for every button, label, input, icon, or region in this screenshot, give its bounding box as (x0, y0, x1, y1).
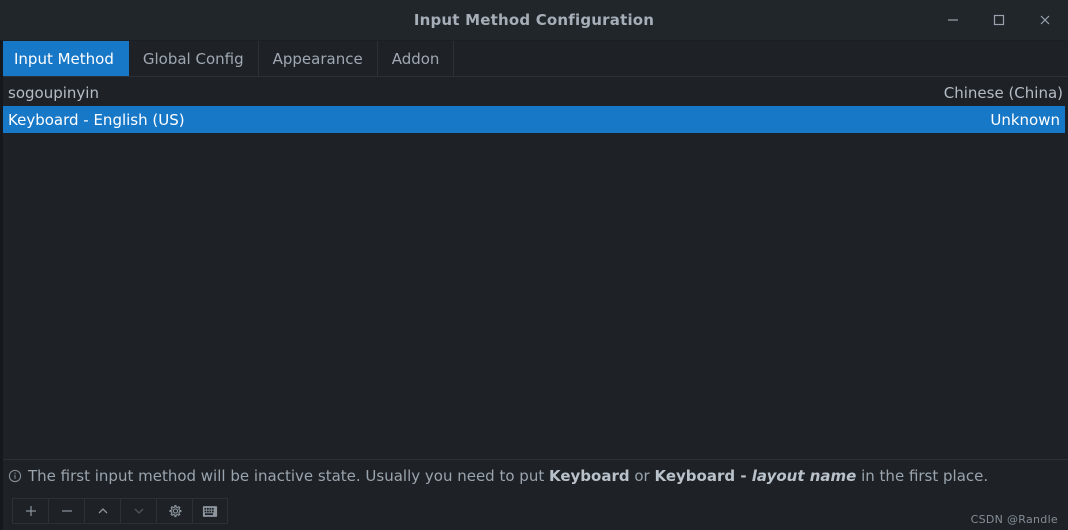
minus-icon (60, 504, 74, 518)
input-method-language: Unknown (990, 110, 1060, 129)
tab-input-method[interactable]: Input Method (0, 41, 129, 76)
minimize-icon[interactable] (930, 0, 976, 40)
gear-icon (167, 503, 183, 519)
input-method-configuration-window: Input Method Configuration Input Method … (0, 0, 1068, 530)
info-part-1: The first input method will be inactive … (28, 467, 549, 485)
input-method-language: Chinese (China) (943, 83, 1063, 102)
tab-label: Appearance (272, 49, 363, 68)
plus-icon (24, 504, 38, 518)
info-bar: The first input method will be inactive … (0, 459, 1068, 492)
info-bold-keyboard: Keyboard (548, 467, 630, 485)
toolbar-button-group (12, 498, 228, 524)
close-icon[interactable] (1022, 0, 1068, 40)
bottom-toolbar: CSDN @Randle (0, 492, 1068, 530)
info-part-2: or (629, 467, 655, 485)
tab-global-config[interactable]: Global Config (129, 41, 259, 76)
chevron-down-icon (132, 504, 146, 518)
list-item[interactable]: Keyboard - English (US) Unknown (0, 106, 1065, 133)
input-method-list[interactable]: sogoupinyin Chinese (China) Keyboard - E… (0, 77, 1068, 459)
input-method-name: Keyboard - English (US) (8, 110, 185, 129)
tab-label: Global Config (142, 49, 244, 68)
remove-input-method-button[interactable] (48, 498, 84, 524)
tab-bar: Input Method Global Config Appearance Ad… (0, 41, 1068, 77)
keyboard-icon (202, 505, 218, 518)
info-italic-layout-name: layout name (751, 467, 857, 485)
input-method-name: sogoupinyin (8, 83, 99, 102)
chevron-up-icon (96, 504, 110, 518)
list-item[interactable]: sogoupinyin Chinese (China) (0, 79, 1068, 106)
info-part-3: in the first place. (856, 467, 989, 485)
watermark: CSDN @Randle (970, 513, 1058, 526)
maximize-icon[interactable] (976, 0, 1022, 40)
info-circle-icon (8, 469, 22, 483)
window-left-border (0, 40, 3, 530)
window-title: Input Method Configuration (413, 11, 655, 29)
move-down-button[interactable] (120, 498, 156, 524)
tab-addon[interactable]: Addon (378, 41, 455, 76)
move-up-button[interactable] (84, 498, 120, 524)
window-controls (930, 0, 1068, 40)
configure-button[interactable] (156, 498, 192, 524)
tab-label: Addon (391, 49, 440, 68)
keyboard-layout-button[interactable] (192, 498, 228, 524)
titlebar: Input Method Configuration (0, 0, 1068, 41)
add-input-method-button[interactable] (12, 498, 48, 524)
info-message: The first input method will be inactive … (28, 467, 988, 485)
tab-appearance[interactable]: Appearance (259, 41, 378, 76)
info-bold-keyboard-layout: Keyboard - (654, 467, 752, 485)
tab-label: Input Method (14, 49, 114, 68)
